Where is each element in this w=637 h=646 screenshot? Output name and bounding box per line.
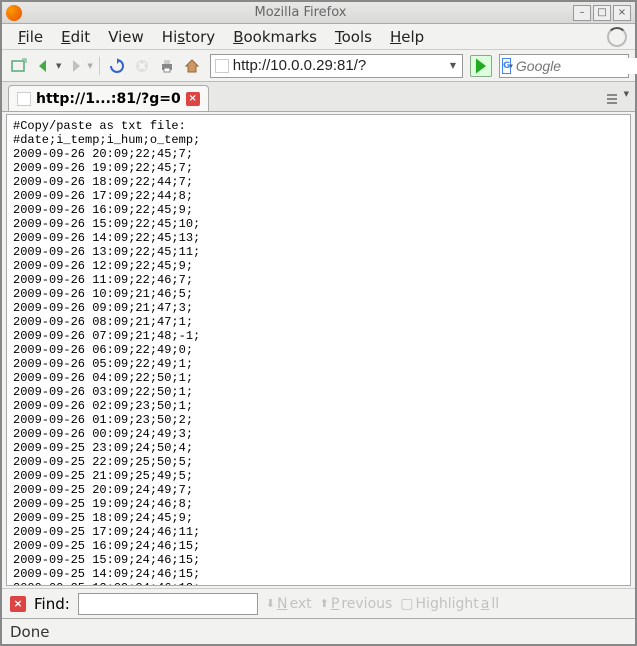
status-text: Done xyxy=(10,623,49,641)
stop-button xyxy=(131,55,153,77)
search-input[interactable] xyxy=(513,58,637,74)
find-input[interactable] xyxy=(78,593,258,615)
window-controls: – □ × xyxy=(573,5,631,21)
menu-edit[interactable]: Edit xyxy=(53,25,98,49)
find-next-button[interactable]: ⬇Next xyxy=(266,596,312,612)
menu-help[interactable]: Help xyxy=(382,25,432,49)
new-tab-button[interactable] xyxy=(8,55,30,77)
print-button[interactable] xyxy=(156,55,178,77)
forward-button xyxy=(64,55,86,77)
separator xyxy=(99,57,100,75)
menu-history[interactable]: History xyxy=(154,25,223,49)
findbar-close-button[interactable]: × xyxy=(10,596,26,612)
window-title: Mozilla Firefox xyxy=(28,5,573,20)
url-dropdown[interactable]: ▼ xyxy=(448,61,458,70)
find-previous-button[interactable]: ⬆Previous xyxy=(320,596,393,612)
reload-button[interactable] xyxy=(106,55,128,77)
close-button[interactable]: × xyxy=(613,5,631,21)
back-button[interactable] xyxy=(33,55,55,77)
search-bar[interactable]: G ▾ xyxy=(499,54,629,78)
titlebar: Mozilla Firefox – □ × xyxy=(2,2,635,24)
tabbar: http://1...:81/?g=0 × ▼ xyxy=(2,82,635,112)
toolbar: ▼ ▼ ▼ G ▾ xyxy=(2,50,635,82)
home-button[interactable] xyxy=(181,55,203,77)
menubar: File Edit View History Bookmarks Tools H… xyxy=(2,24,635,50)
page-content[interactable]: #Copy/paste as txt file: #date;i_temp;i_… xyxy=(6,114,631,586)
find-highlight-button[interactable]: ▢Highlight all xyxy=(400,596,499,612)
tab-dropdown[interactable]: ▼ xyxy=(624,90,629,108)
go-button[interactable] xyxy=(470,55,492,77)
back-history-dropdown[interactable]: ▼ xyxy=(56,62,61,70)
tab-title: http://1...:81/?g=0 xyxy=(36,91,181,107)
forward-history-dropdown: ▼ xyxy=(87,62,92,70)
throbber-icon xyxy=(607,27,627,47)
find-label: Find: xyxy=(34,595,70,613)
tab-list-button[interactable] xyxy=(604,90,622,108)
statusbar: Done xyxy=(2,618,635,644)
minimize-button[interactable]: – xyxy=(573,5,591,21)
menu-file[interactable]: File xyxy=(10,25,51,49)
menu-tools[interactable]: Tools xyxy=(327,25,380,49)
url-bar[interactable]: ▼ xyxy=(210,54,463,78)
tab-close-button[interactable]: × xyxy=(186,92,200,106)
browser-window: Mozilla Firefox – □ × File Edit View His… xyxy=(0,0,637,646)
menu-bookmarks[interactable]: Bookmarks xyxy=(225,25,325,49)
maximize-button[interactable]: □ xyxy=(593,5,611,21)
url-input[interactable] xyxy=(233,57,448,74)
findbar: × Find: ⬇Next ⬆Previous ▢Highlight all xyxy=(2,588,635,618)
tab-active[interactable]: http://1...:81/?g=0 × xyxy=(8,85,209,111)
menu-view[interactable]: View xyxy=(100,25,152,49)
firefox-icon xyxy=(6,5,22,21)
page-icon xyxy=(215,59,229,73)
tab-page-icon xyxy=(17,92,31,106)
